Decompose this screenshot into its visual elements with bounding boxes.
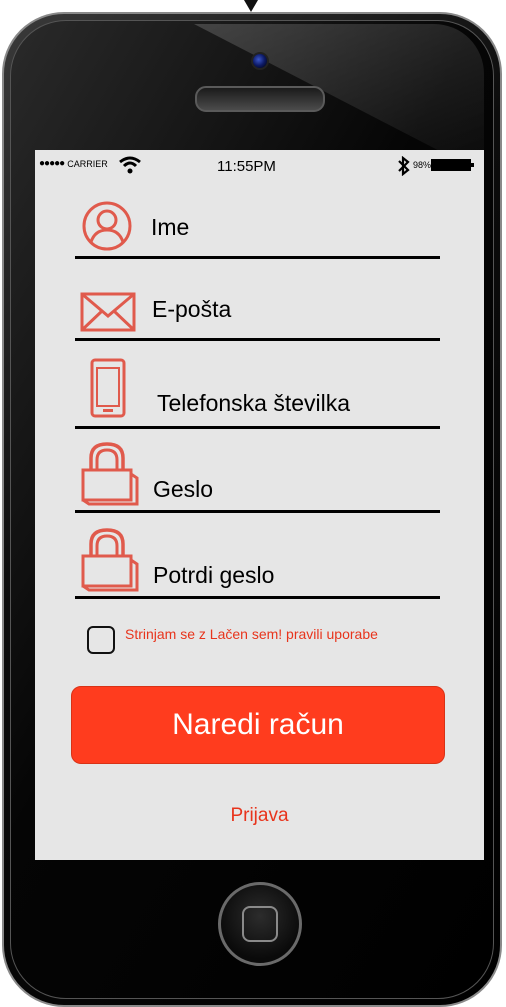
earpiece-speaker (195, 86, 325, 112)
phone-icon (90, 358, 126, 418)
login-link[interactable]: Prijava (35, 805, 484, 827)
name-field[interactable]: Ime (75, 201, 440, 259)
create-account-button[interactable]: Naredi račun (71, 686, 445, 764)
password-field-label: Geslo (153, 476, 214, 502)
status-bar: ●●●●● CARRIER 11:55PM 98% (35, 150, 484, 180)
phone-screen: ●●●●● CARRIER 11:55PM 98% Ime E-pošta Te… (35, 150, 484, 860)
pointer-arrow-icon (244, 0, 258, 12)
name-field-label: Ime (151, 214, 190, 240)
wifi-icon (119, 156, 141, 174)
phone-number-field-label: Telefonska številka (157, 390, 351, 416)
user-icon (82, 201, 132, 251)
bluetooth-icon (398, 156, 410, 176)
battery-icon (431, 159, 474, 171)
email-field-label: E-pošta (152, 296, 232, 322)
front-camera (251, 52, 269, 70)
lock-icon (81, 528, 139, 592)
lock-icon (81, 442, 139, 506)
terms-checkbox[interactable] (87, 626, 115, 654)
terms-label[interactable]: Strinjam se z Lačen sem! pravili uporabe (125, 626, 378, 642)
signal-dots-icon: ●●●●● (39, 158, 65, 169)
envelope-icon (80, 292, 136, 332)
carrier-label: CARRIER (67, 158, 108, 169)
status-time: 11:55PM (217, 158, 276, 175)
battery-percent: 98% (413, 160, 432, 170)
confirm-password-field-label: Potrdi geslo (153, 562, 275, 588)
email-field[interactable]: E-pošta (75, 292, 440, 341)
phone-number-field[interactable]: Telefonska številka (75, 358, 440, 429)
home-button[interactable] (218, 882, 302, 966)
carrier-indicator: ●●●●● CARRIER (39, 158, 108, 169)
confirm-password-field[interactable]: Potrdi geslo (75, 528, 440, 599)
home-square-icon (242, 906, 278, 942)
password-field[interactable]: Geslo (75, 442, 440, 513)
